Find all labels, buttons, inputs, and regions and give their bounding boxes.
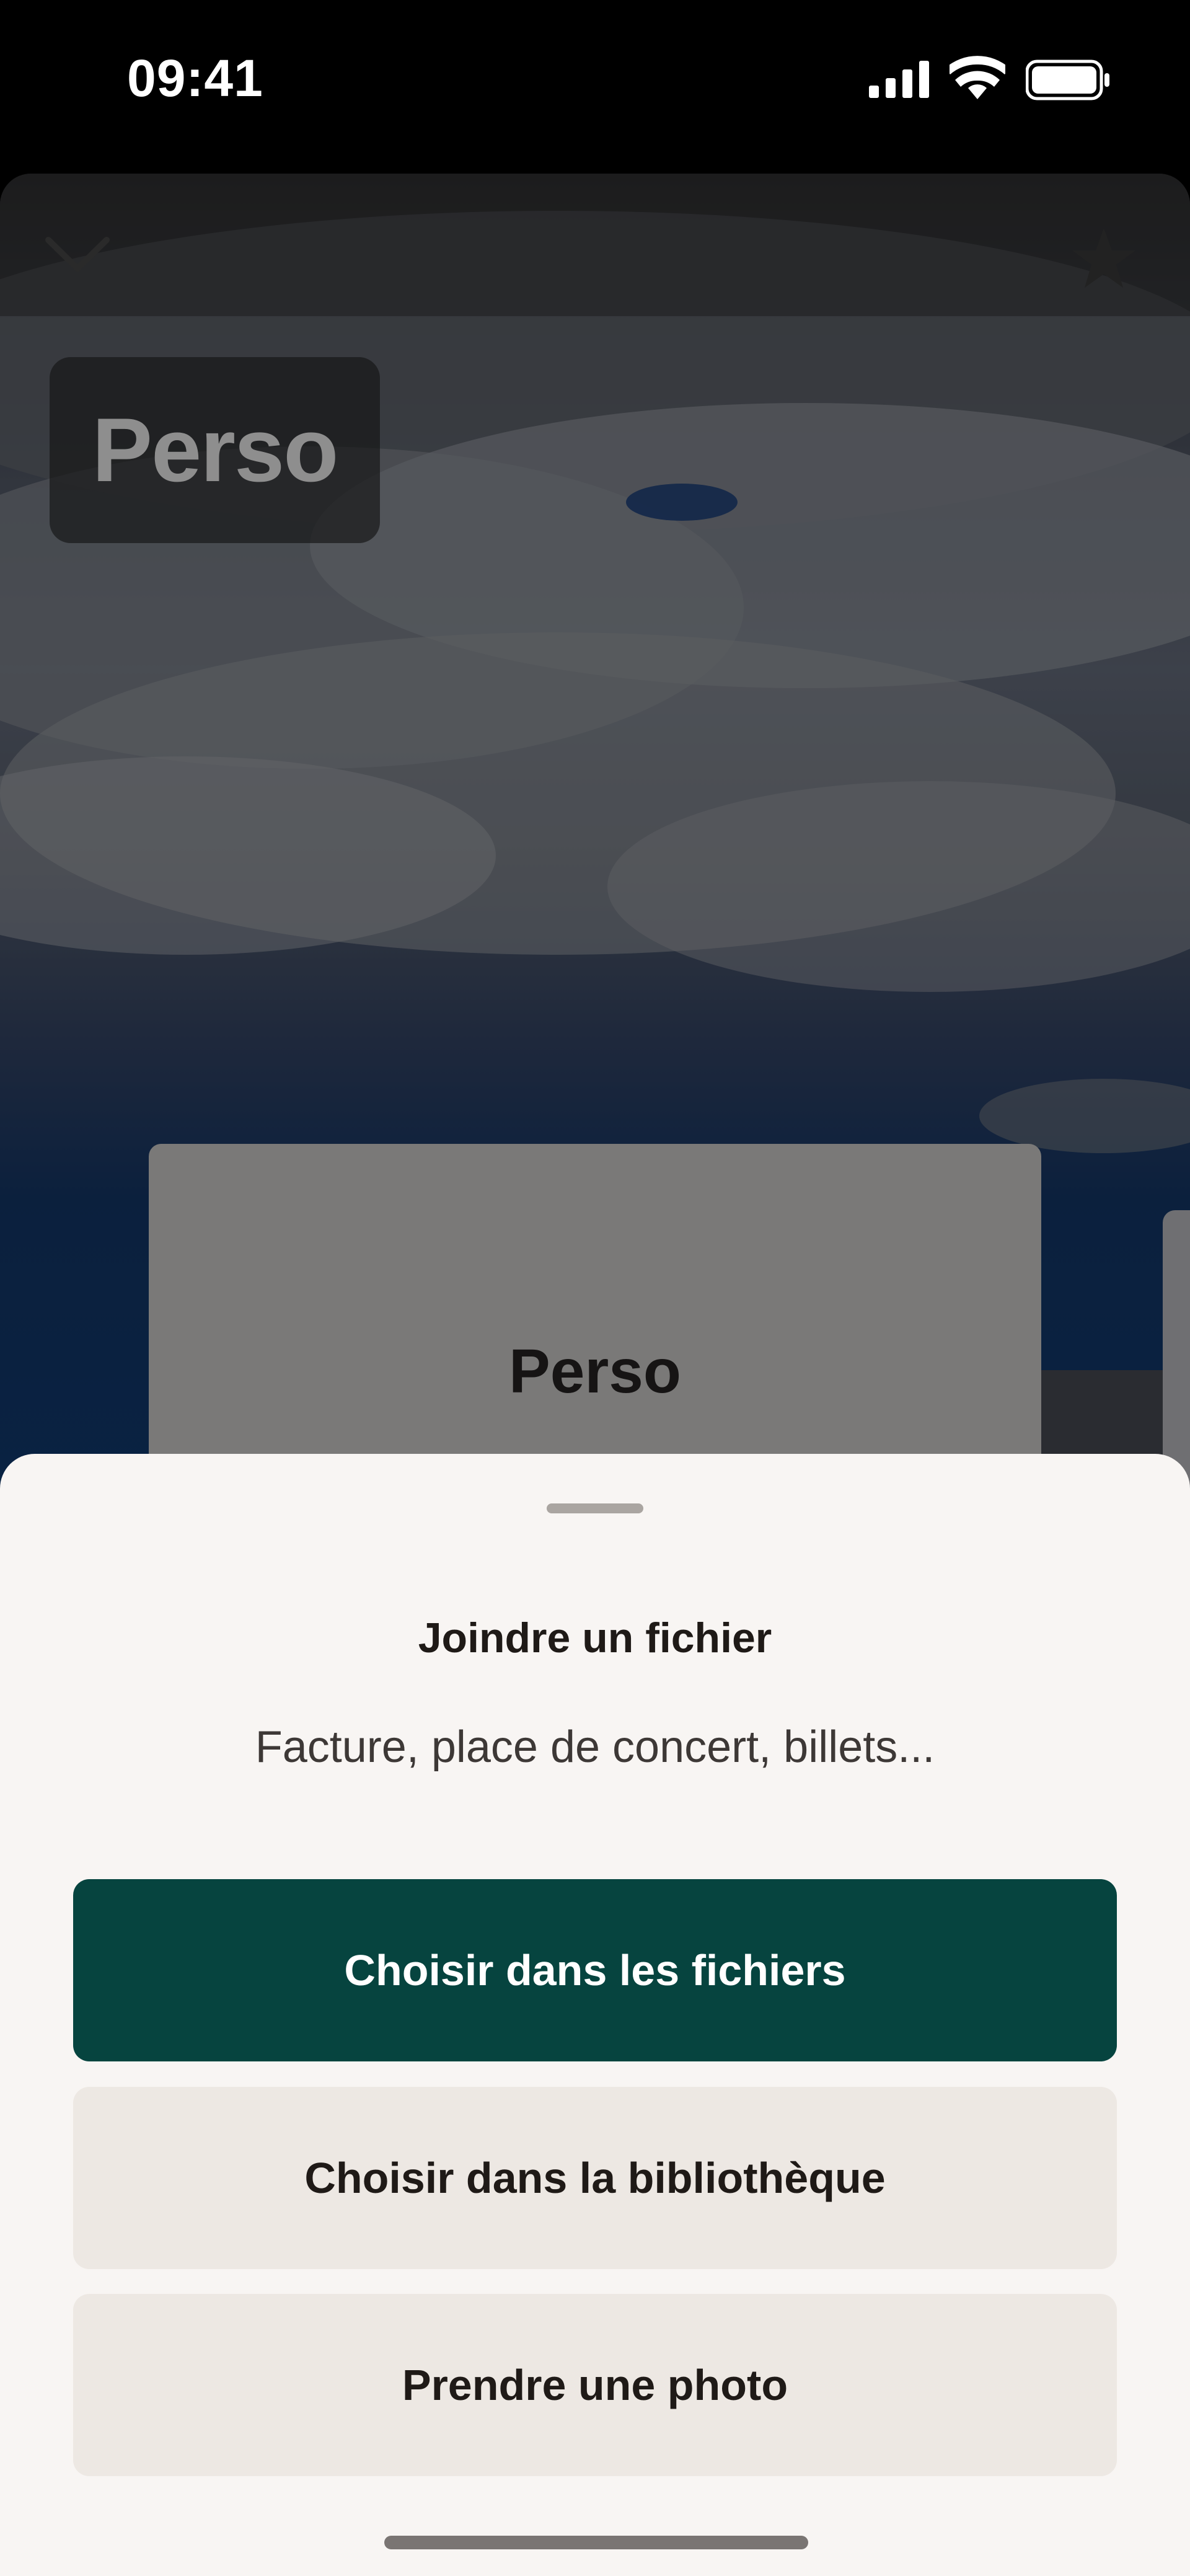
home-indicator[interactable] xyxy=(384,2536,808,2549)
note-card-title: Perso xyxy=(509,1337,681,1406)
note-header xyxy=(0,174,1190,316)
choose-files-button[interactable]: Choisir dans les fichiers xyxy=(73,1879,1117,2061)
status-time: 09:41 xyxy=(127,49,263,107)
sheet-subtitle: Facture, place de concert, billets... xyxy=(255,1722,935,1772)
star-icon[interactable] xyxy=(1071,227,1137,289)
attach-file-sheet: Joindre un fichier Facture, place de con… xyxy=(0,1454,1190,2576)
status-bar: 09:41 xyxy=(0,0,1190,161)
choose-library-button[interactable]: Choisir dans la bibliothèque xyxy=(73,2087,1117,2269)
note-title: Perso xyxy=(92,399,339,500)
battery-icon xyxy=(1026,60,1109,100)
note-title-chip: Perso xyxy=(50,357,380,543)
take-photo-button[interactable]: Prendre une photo xyxy=(73,2294,1117,2476)
wifi-icon xyxy=(950,56,1005,99)
sheet-grabber[interactable] xyxy=(547,1503,643,1513)
sheet-title: Joindre un fichier xyxy=(418,1614,772,1662)
cellular-signal-icon xyxy=(869,61,929,98)
chevron-down-icon[interactable] xyxy=(43,232,112,276)
